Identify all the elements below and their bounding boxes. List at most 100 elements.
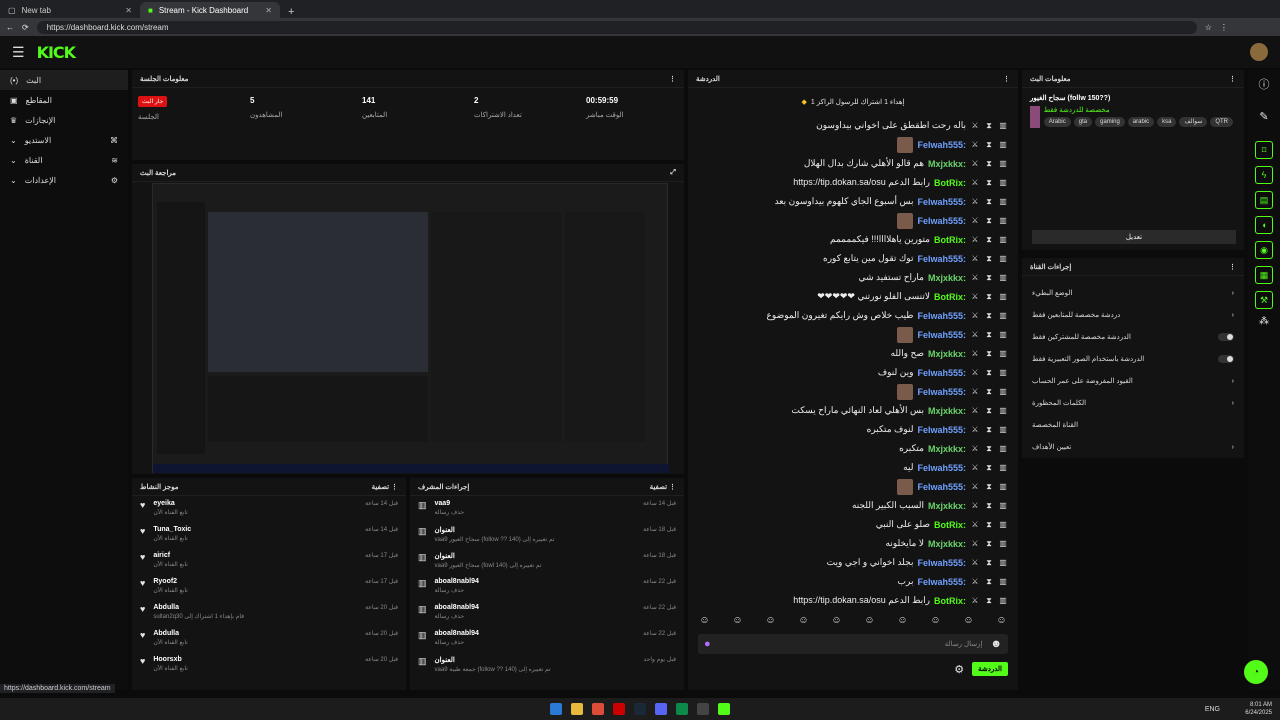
youtube-icon[interactable] bbox=[613, 703, 625, 715]
chat-message[interactable]: متكبره Mxjxkkx: ⚔ ⧗ ▥ bbox=[688, 439, 1018, 458]
folder-icon[interactable] bbox=[571, 703, 583, 715]
note-icon[interactable]: ▤ bbox=[1255, 191, 1273, 209]
trash-icon[interactable]: ▥ bbox=[998, 425, 1008, 435]
sidebar-item-clips[interactable]: ▣ المقاطع bbox=[0, 90, 128, 110]
trash-icon[interactable]: ▥ bbox=[998, 463, 1008, 473]
timeout-icon[interactable]: ⧗ bbox=[984, 558, 994, 568]
close-icon[interactable]: ✕ bbox=[125, 6, 132, 15]
chat-message[interactable]: توك تقول مين يتابع كوره Felwah555: ⚔ ⧗ ▥ bbox=[688, 249, 1018, 268]
chat-message[interactable]: لنوف متكبره Felwah555: ⚔ ⧗ ▥ bbox=[688, 420, 1018, 439]
timeout-icon[interactable]: ⧗ bbox=[984, 216, 994, 226]
timeout-icon[interactable]: ⧗ bbox=[984, 273, 994, 283]
timeout-icon[interactable]: ⧗ bbox=[984, 387, 994, 397]
chat-message[interactable]: Felwah555: ⚔ ⧗ ▥ bbox=[688, 325, 1018, 344]
sidebar-item-settings[interactable]: ⌄ الإعدادات ⚙ bbox=[0, 170, 128, 190]
tag-chip[interactable]: Arabic bbox=[1043, 117, 1071, 127]
timeout-icon[interactable]: ⧗ bbox=[984, 444, 994, 454]
timeout-icon[interactable]: ⧗ bbox=[984, 121, 994, 131]
chat-message[interactable]: طيب خلاص وش رايكم تغيرون الموضوع Felwah55… bbox=[688, 306, 1018, 325]
channel-action-row[interactable]: الوضع البطيء › bbox=[1022, 282, 1244, 304]
tag-chip[interactable]: QTR bbox=[1210, 117, 1233, 127]
timeout-icon[interactable]: ⧗ bbox=[984, 254, 994, 264]
chat-message[interactable]: لاتنسى الفلو نورتني ❤❤❤❤❤ BotRix: ⚔ ⧗ ▥ bbox=[688, 287, 1018, 306]
wrench-icon[interactable]: ⚒ bbox=[1255, 291, 1273, 309]
expand-icon[interactable]: ⤢ bbox=[670, 169, 676, 177]
tab-new[interactable]: ▢ New tab ✕ bbox=[0, 2, 140, 18]
trash-icon[interactable]: ▥ bbox=[998, 444, 1008, 454]
chat-bubble-icon[interactable]: ◖ bbox=[1255, 216, 1273, 234]
pinned-message[interactable]: ◆ إهداء 1 اشتراك للرسول الراكز 1 bbox=[688, 88, 1018, 116]
trash-icon[interactable]: ▥ bbox=[998, 539, 1008, 549]
channel-action-row[interactable]: دردشة مخصصة للمتابعين فقط › bbox=[1022, 304, 1244, 326]
sidebar-item-stream[interactable]: (•) البث bbox=[0, 70, 128, 90]
back-icon[interactable]: ← bbox=[6, 23, 14, 32]
chat-username[interactable]: BotRix: bbox=[934, 178, 966, 188]
channel-action-row[interactable]: تعيين الأهداف › bbox=[1022, 436, 1244, 458]
trash-icon[interactable]: ▥ bbox=[998, 140, 1008, 150]
trash-icon[interactable]: ▥ bbox=[998, 501, 1008, 511]
chat-message[interactable]: بس الأهلي لعاد النهائي ماراح يسكت Mxjxkkx… bbox=[688, 401, 1018, 420]
pencil-icon[interactable]: ✎ bbox=[1248, 110, 1280, 123]
chat-username[interactable]: BotRix: bbox=[934, 292, 966, 302]
emote-icon[interactable]: ☺ bbox=[930, 615, 940, 626]
chat-username[interactable]: Felwah555: bbox=[917, 558, 966, 568]
trash-icon[interactable]: ▥ bbox=[998, 273, 1008, 283]
stream-preview-video[interactable] bbox=[152, 183, 669, 473]
timeout-icon[interactable]: ⧗ bbox=[984, 330, 994, 340]
chat-message[interactable]: باله رحت اطقطق على اخواني بيداوسون ⚔ ⧗ ▥ bbox=[688, 116, 1018, 135]
avatar[interactable] bbox=[1250, 43, 1268, 61]
chat-username[interactable]: Felwah555: bbox=[917, 330, 966, 340]
filter-button[interactable]: تصفية ⋮ bbox=[650, 483, 676, 491]
trash-icon[interactable]: ▥ bbox=[998, 292, 1008, 302]
kick-icon[interactable] bbox=[718, 703, 730, 715]
chat-message[interactable]: وين لنوف Felwah555: ⚔ ⧗ ▥ bbox=[688, 363, 1018, 382]
chat-message[interactable]: Felwah555: ⚔ ⧗ ▥ bbox=[688, 211, 1018, 230]
more-icon[interactable]: ⋮ bbox=[669, 75, 676, 83]
chat-username[interactable]: Felwah555: bbox=[917, 368, 966, 378]
tag-chip[interactable]: ksa bbox=[1157, 117, 1177, 127]
trash-icon[interactable]: ▥ bbox=[998, 121, 1008, 131]
chat-username[interactable]: BotRix: bbox=[934, 235, 966, 245]
emote-icon[interactable]: ☺ bbox=[864, 615, 874, 626]
emote-icon[interactable]: ☺ bbox=[798, 615, 808, 626]
timeout-icon[interactable]: ⧗ bbox=[984, 311, 994, 321]
channel-action-row[interactable]: القيود المفروضة على عمر الحساب › bbox=[1022, 370, 1244, 392]
share-icon[interactable]: ⁂ bbox=[1248, 316, 1280, 327]
chat-username[interactable]: BotRix: bbox=[934, 596, 966, 606]
channel-action-row[interactable]: الدردشة مخصصة للمشتركين فقط bbox=[1022, 326, 1244, 348]
chat-username[interactable]: Felwah555: bbox=[917, 197, 966, 207]
emote-icon[interactable]: ☺ bbox=[765, 615, 775, 626]
obs-icon[interactable] bbox=[697, 703, 709, 715]
tag-chip[interactable]: gta bbox=[1073, 117, 1093, 127]
timeout-icon[interactable]: ⧗ bbox=[984, 596, 994, 606]
emote-icon[interactable]: ☺ bbox=[963, 615, 973, 626]
star-icon[interactable]: ☆ bbox=[1205, 23, 1212, 32]
more-icon[interactable]: ⋮ bbox=[1229, 75, 1236, 83]
more-icon[interactable]: ⋮ bbox=[1229, 263, 1236, 271]
more-icon[interactable]: ⋮ bbox=[1003, 75, 1010, 83]
sidebar-item-achievements[interactable]: ♛ الإنجازات bbox=[0, 110, 128, 130]
start-icon[interactable] bbox=[550, 703, 562, 715]
trash-icon[interactable]: ▥ bbox=[998, 254, 1008, 264]
discord-icon[interactable] bbox=[655, 703, 667, 715]
chat-username[interactable]: Felwah555: bbox=[917, 311, 966, 321]
timeout-icon[interactable]: ⧗ bbox=[984, 501, 994, 511]
timeout-icon[interactable]: ⧗ bbox=[984, 406, 994, 416]
channel-action-row[interactable]: الكلمات المحظورة › bbox=[1022, 392, 1244, 414]
trash-icon[interactable]: ▥ bbox=[998, 368, 1008, 378]
chat-username[interactable]: Mxjxkkx: bbox=[928, 273, 966, 283]
timeout-icon[interactable]: ⧗ bbox=[984, 482, 994, 492]
chat-message[interactable]: Felwah555: ⚔ ⧗ ▥ bbox=[688, 382, 1018, 401]
lightning-icon[interactable]: ϟ bbox=[1255, 166, 1273, 184]
clock[interactable]: 8:01 AM 6/24/2025 bbox=[1245, 701, 1272, 717]
tab-kick-dashboard[interactable]: ■ Stream - Kick Dashboard ✕ bbox=[140, 2, 280, 18]
trash-icon[interactable]: ▥ bbox=[998, 235, 1008, 245]
close-icon[interactable]: ✕ bbox=[265, 6, 272, 15]
app-icon[interactable] bbox=[676, 703, 688, 715]
trash-icon[interactable]: ▥ bbox=[998, 216, 1008, 226]
chat-message[interactable]: Felwah555: ⚔ ⧗ ▥ bbox=[688, 477, 1018, 496]
timeout-icon[interactable]: ⧗ bbox=[984, 178, 994, 188]
broadcast-icon[interactable]: ◉ bbox=[1255, 241, 1273, 259]
chat-message[interactable]: متورين ياهلاااا!!! فيكممممم BotRix: ⚔ ⧗ ▥ bbox=[688, 230, 1018, 249]
reload-icon[interactable]: ⟳ bbox=[22, 23, 29, 32]
